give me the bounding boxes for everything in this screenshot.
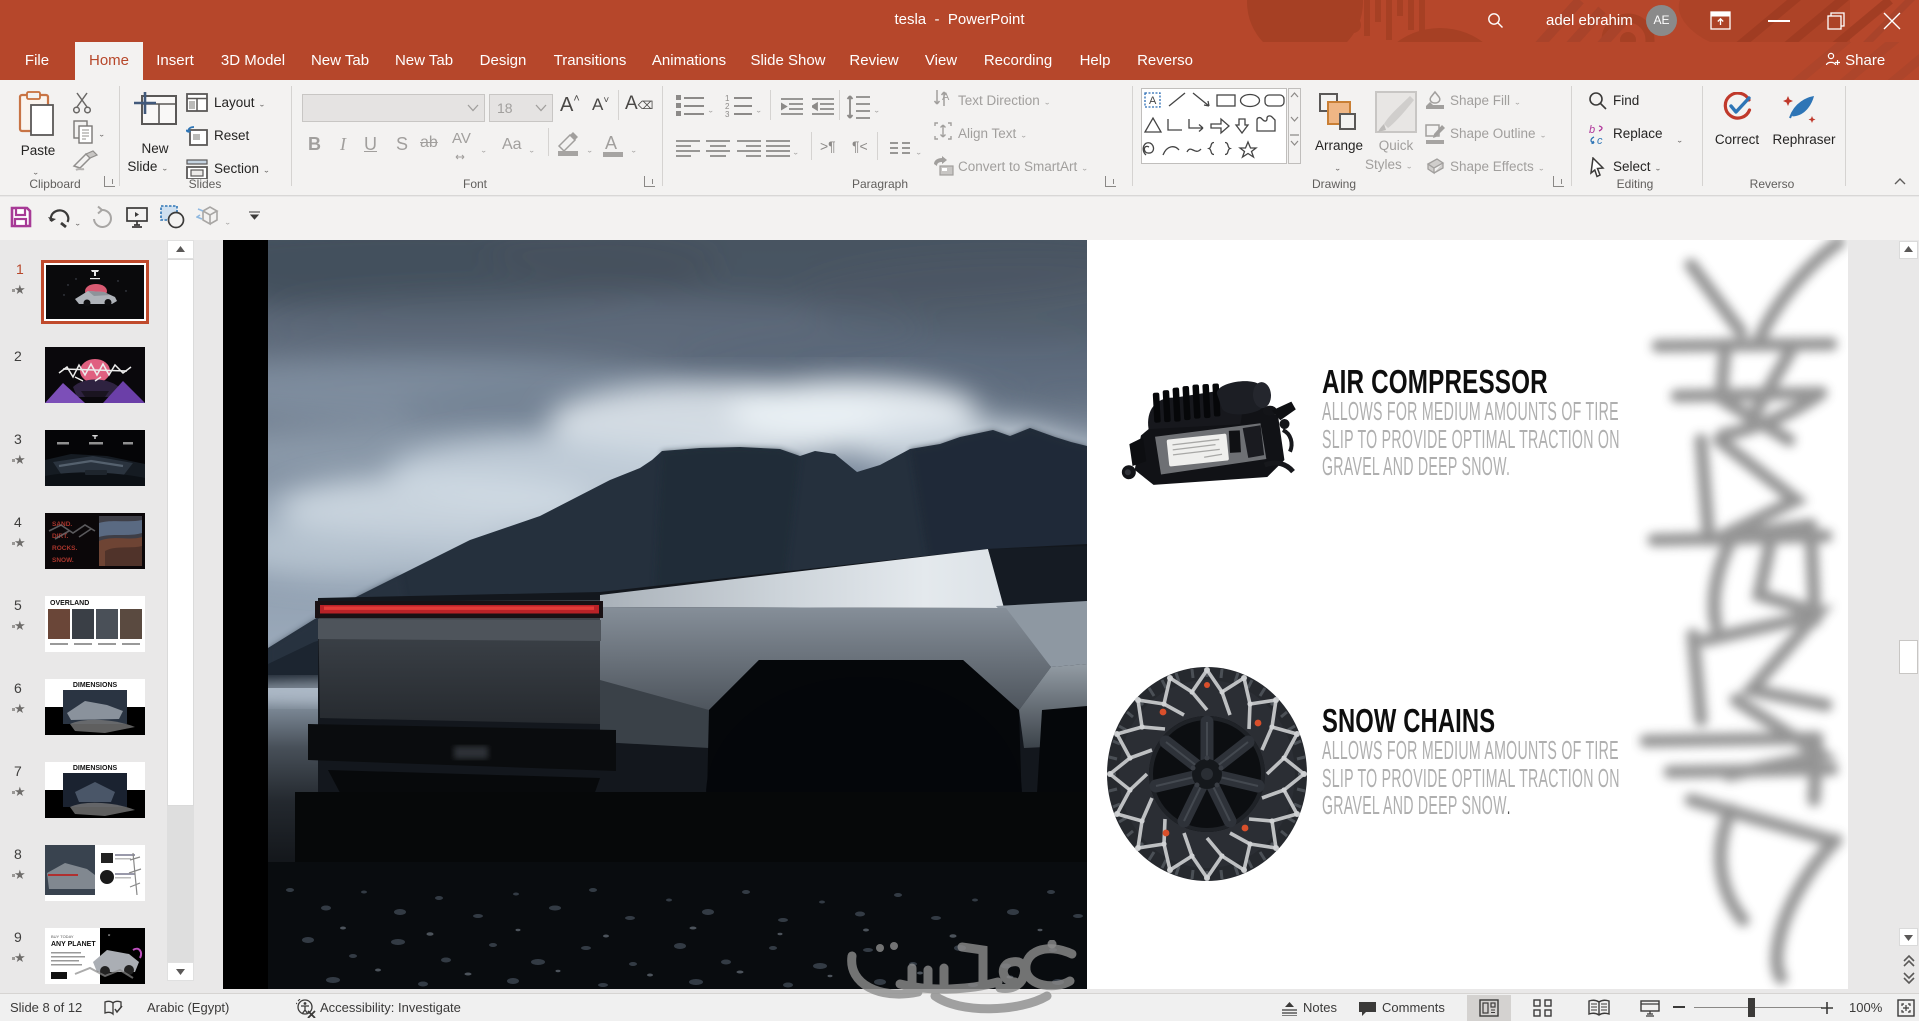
svg-text:SAND.: SAND. [52, 521, 72, 528]
svg-text:c: c [1597, 135, 1603, 146]
svg-text:ANY PLANET: ANY PLANET [51, 941, 96, 948]
svg-text:SNOW.: SNOW. [52, 557, 74, 564]
svg-text:BUY TODAY: BUY TODAY [51, 934, 74, 939]
svg-text:b: b [1589, 124, 1595, 136]
svg-text:A: A [1149, 95, 1157, 107]
svg-text:DIMENSIONS: DIMENSIONS [73, 682, 118, 689]
svg-text:OVERLAND: OVERLAND [50, 600, 89, 607]
svg-text:3: 3 [725, 110, 730, 119]
svg-text:ROCKS.: ROCKS. [52, 545, 77, 552]
svg-text:A: A [942, 91, 950, 103]
svg-text:DIMENSIONS: DIMENSIONS [73, 765, 118, 772]
svg-text:⌅: ⌅ [107, 932, 111, 938]
